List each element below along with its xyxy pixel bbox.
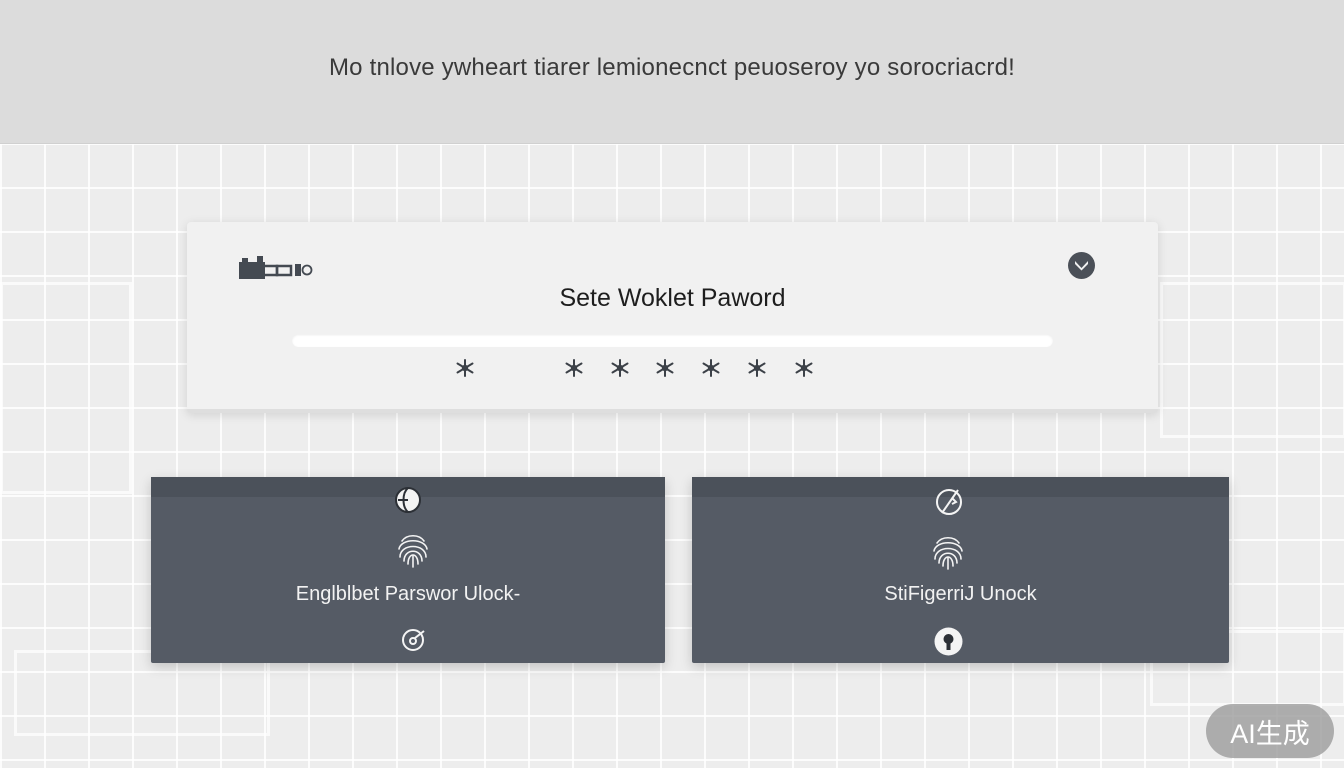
password-dot bbox=[610, 358, 630, 378]
eye-icon bbox=[399, 628, 427, 652]
keyhole-icon bbox=[934, 627, 963, 656]
asterisk-icon bbox=[795, 359, 813, 377]
close-icon bbox=[1075, 261, 1088, 271]
fingerprint-icon bbox=[392, 529, 434, 571]
ai-generated-badge: AI生成 bbox=[1206, 704, 1334, 758]
password-dot bbox=[701, 358, 721, 378]
dialog-title: Sete Woklet Paword bbox=[559, 284, 786, 312]
option-label: Englblbet Parswor Ulock- bbox=[295, 583, 521, 605]
key-icon bbox=[239, 256, 313, 279]
password-unlock-option[interactable]: Englblbet Parswor Ulock- bbox=[151, 477, 665, 663]
background-panel bbox=[1160, 282, 1344, 438]
option-label: StiFigerriJ Unock bbox=[884, 583, 1037, 605]
asterisk-icon bbox=[456, 359, 474, 377]
background-panel bbox=[0, 282, 132, 494]
banner-message: Mo tnlove ywheart tiarer lemionecnct peu… bbox=[328, 54, 1016, 81]
password-input[interactable] bbox=[292, 334, 1053, 347]
password-dot bbox=[794, 358, 814, 378]
globe-icon bbox=[394, 486, 422, 514]
close-button[interactable] bbox=[1068, 252, 1095, 279]
password-dialog: Sete Woklet Paword bbox=[187, 222, 1158, 413]
no-touch-icon bbox=[933, 486, 965, 518]
top-banner: Mo tnlove ywheart tiarer lemionecnct peu… bbox=[0, 0, 1344, 144]
password-dot bbox=[655, 358, 675, 378]
password-dot bbox=[455, 358, 475, 378]
fingerprint-icon bbox=[927, 531, 969, 573]
asterisk-icon bbox=[656, 359, 674, 377]
fingerprint-unlock-option[interactable]: StiFigerriJ Unock bbox=[692, 477, 1229, 663]
asterisk-icon bbox=[611, 359, 629, 377]
asterisk-icon bbox=[702, 359, 720, 377]
password-dot bbox=[747, 358, 767, 378]
password-dot bbox=[564, 358, 584, 378]
asterisk-icon bbox=[748, 359, 766, 377]
asterisk-icon bbox=[565, 359, 583, 377]
